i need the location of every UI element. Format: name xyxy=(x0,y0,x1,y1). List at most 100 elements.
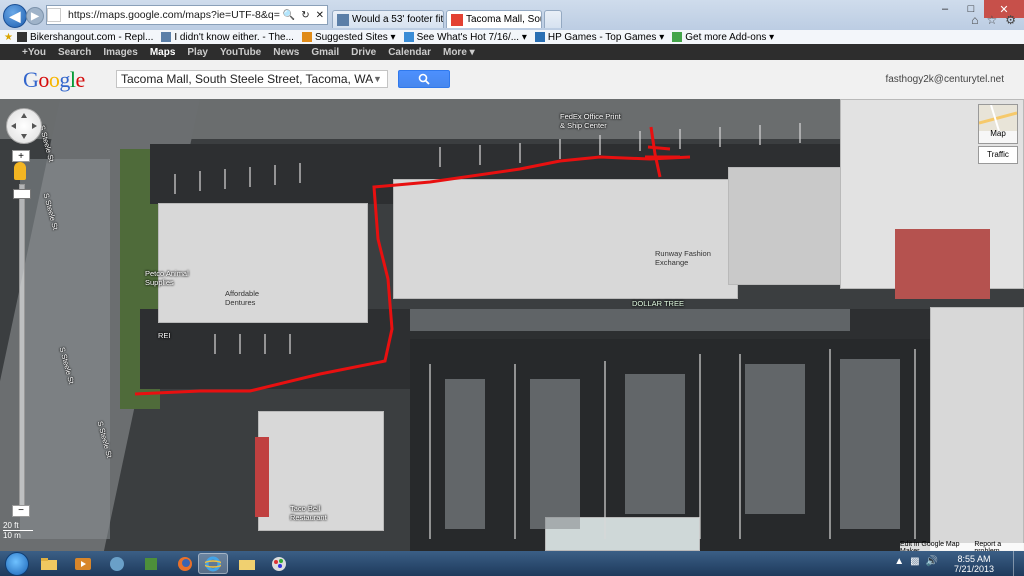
gnav-search[interactable]: Search xyxy=(58,47,91,58)
search-icon xyxy=(418,73,430,85)
paint-icon xyxy=(272,556,286,571)
map-type-label[interactable]: Map xyxy=(984,129,1012,141)
site-favicon-icon xyxy=(161,32,172,42)
gnav-maps[interactable]: Maps xyxy=(150,47,176,58)
windows-taskbar: ▲ ▩ 🔊 8:55 AM 7/21/2013 xyxy=(0,551,1024,576)
firefox-taskbar-item[interactable] xyxy=(170,553,200,574)
google-nav-bar: +You Search Images Maps Play YouTube New… xyxy=(0,44,1024,60)
drawn-route xyxy=(134,155,691,396)
new-tab-button[interactable] xyxy=(544,10,562,28)
label-dollar-tree[interactable]: DOLLAR TREE xyxy=(632,299,684,308)
favorite-link[interactable]: Suggested Sites ▾ xyxy=(301,32,396,43)
explorer-taskbar-item[interactable] xyxy=(34,553,64,574)
search-input[interactable]: Tacoma Mall, South Steele Street, Tacoma… xyxy=(116,70,388,88)
tab-forum[interactable]: Would a 53' footer fit? - Page 2 xyxy=(332,10,444,28)
browser-toolbar: ◀ ▶ https://maps.google.com/maps?ie=UTF-… xyxy=(0,0,1024,30)
pegman-icon[interactable] xyxy=(14,162,26,180)
volume-icon[interactable]: 🔊 xyxy=(926,556,938,567)
app-icon xyxy=(110,556,124,571)
gnav-gmail[interactable]: Gmail xyxy=(311,47,339,58)
zoom-slider-thumb[interactable] xyxy=(13,189,31,199)
parking-stripes xyxy=(20,123,916,539)
app-taskbar-item[interactable] xyxy=(102,553,132,574)
back-button[interactable]: ◀ xyxy=(3,4,27,28)
site-favicon-icon xyxy=(16,32,27,42)
google-logo[interactable]: Google xyxy=(23,67,85,93)
map-scale: 20 ft 10 m xyxy=(3,521,33,540)
pan-control[interactable] xyxy=(6,108,42,144)
zoom-slider[interactable] xyxy=(19,184,25,506)
address-url: https://maps.google.com/maps?ie=UTF-8&q=… xyxy=(68,9,280,21)
internet-explorer-icon xyxy=(205,556,221,571)
folder-icon xyxy=(41,557,57,570)
gnav-you[interactable]: +You xyxy=(22,47,46,58)
gnav-more[interactable]: More ▾ xyxy=(443,47,475,58)
media-player-taskbar-item[interactable] xyxy=(68,553,98,574)
maps-favicon-icon xyxy=(451,13,463,26)
site-favicon-icon xyxy=(403,32,414,42)
label-rei[interactable]: REI xyxy=(158,331,171,340)
site-favicon-icon xyxy=(534,32,545,42)
show-desktop-button[interactable] xyxy=(1013,551,1024,576)
show-hidden-icons-icon[interactable]: ▲ xyxy=(894,556,904,567)
site-favicon-icon xyxy=(672,32,683,42)
maps-header: Google Tacoma Mall, South Steele Street,… xyxy=(0,60,1024,100)
gnav-drive[interactable]: Drive xyxy=(351,47,376,58)
search-icon[interactable]: 🔍 xyxy=(280,10,298,21)
user-account[interactable]: fasthogy2k@centurytel.net xyxy=(885,74,1004,85)
favorite-link[interactable]: Bikershangout.com - Repl... xyxy=(16,32,153,43)
label-taco-bell[interactable]: Taco Bell Restaurant xyxy=(290,504,327,522)
system-clock[interactable]: 8:55 AM 7/21/2013 xyxy=(954,554,994,574)
address-bar[interactable]: https://maps.google.com/maps?ie=UTF-8&q=… xyxy=(46,5,328,25)
favorites-star-icon[interactable]: ☆ xyxy=(986,13,997,27)
forum-favicon-icon xyxy=(337,13,349,26)
folder-icon xyxy=(239,559,255,570)
zoom-out-button[interactable]: − xyxy=(12,505,30,517)
gnav-news[interactable]: News xyxy=(273,47,299,58)
gnav-youtube[interactable]: YouTube xyxy=(220,47,261,58)
favorites-bar: ★ Bikershangout.com - Repl... I didn't k… xyxy=(0,30,1024,45)
favorites-star-icon[interactable]: ★ xyxy=(4,32,13,43)
minimize-button[interactable]: – xyxy=(932,0,958,18)
forward-button[interactable]: ▶ xyxy=(26,7,44,25)
stop-icon[interactable]: ✕ xyxy=(313,10,327,21)
app-icon xyxy=(145,557,157,570)
zoom-in-button[interactable]: + xyxy=(12,150,30,162)
folder-taskbar-item[interactable] xyxy=(232,553,262,574)
label-runway-fashion[interactable]: Runway Fashion Exchange xyxy=(655,249,711,267)
ie-taskbar-item[interactable] xyxy=(198,553,228,574)
gnav-play[interactable]: Play xyxy=(187,47,208,58)
home-icon[interactable]: ⌂ xyxy=(971,13,978,27)
media-icon xyxy=(75,557,91,570)
gear-icon[interactable]: ⚙ xyxy=(1005,13,1016,27)
app-taskbar-item[interactable] xyxy=(136,553,166,574)
tab-label: Would a 53' footer fit? - Page 2 xyxy=(352,14,444,25)
drawn-marker xyxy=(645,126,680,178)
tab-label: Tacoma Mall, South Steele ... xyxy=(466,14,541,25)
firefox-icon xyxy=(178,556,192,571)
favorite-link[interactable]: See What's Hot 7/16/... ▾ xyxy=(403,32,527,43)
site-favicon-icon xyxy=(301,32,312,42)
favorite-link[interactable]: HP Games - Top Games ▾ xyxy=(534,32,664,43)
favorite-link[interactable]: I didn't know either. - The... xyxy=(161,32,294,43)
tab-maps[interactable]: Tacoma Mall, South Steele ... ✕ xyxy=(446,10,542,28)
paint-taskbar-item[interactable] xyxy=(264,553,294,574)
map-thumbnail-icon xyxy=(978,104,1018,132)
refresh-icon[interactable]: ↻ xyxy=(298,10,312,21)
system-tray: ▲ ▩ 🔊 xyxy=(894,556,938,567)
label-affordable-dentures[interactable]: Affordable Dentures xyxy=(225,289,259,307)
pan-arrows-icon xyxy=(11,113,37,139)
google-favicon-icon xyxy=(47,8,61,22)
network-icon[interactable]: ▩ xyxy=(910,556,919,567)
traffic-button[interactable]: Traffic xyxy=(978,146,1018,164)
satellite-map[interactable]: FedEx Office Print & Ship Center DOLLAR … xyxy=(0,99,1024,551)
chevron-down-icon[interactable]: ▼ xyxy=(373,74,382,84)
gnav-calendar[interactable]: Calendar xyxy=(388,47,431,58)
label-petco[interactable]: Petco Animal Supplies xyxy=(145,269,189,287)
browser-icons: ⌂ ☆ ⚙ xyxy=(971,13,1016,27)
start-button[interactable] xyxy=(5,552,29,576)
label-fedex[interactable]: FedEx Office Print & Ship Center xyxy=(560,112,621,130)
search-button[interactable] xyxy=(398,70,450,88)
favorite-link[interactable]: Get more Add-ons ▾ xyxy=(672,32,774,43)
gnav-images[interactable]: Images xyxy=(103,47,137,58)
